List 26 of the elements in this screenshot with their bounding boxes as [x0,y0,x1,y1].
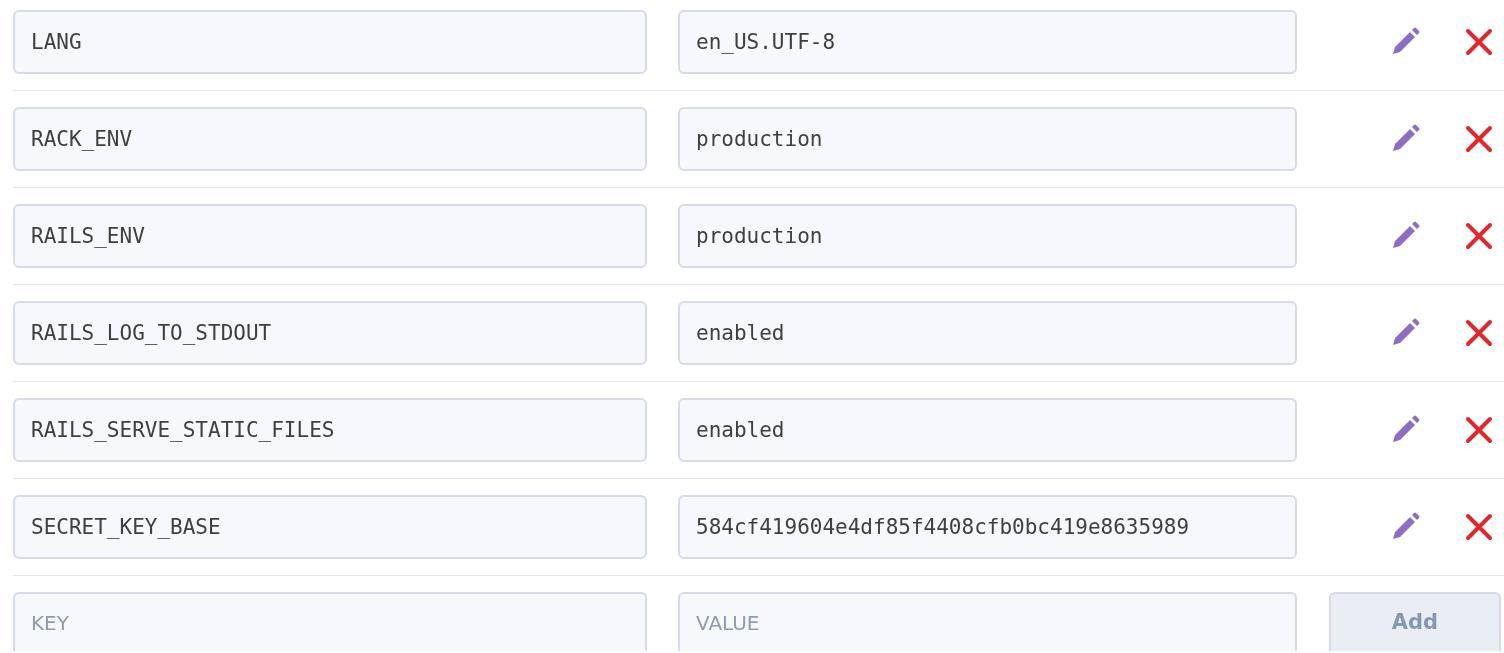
close-icon [1465,513,1493,541]
key-field[interactable]: KEY [13,592,647,651]
value-field[interactable]: production [678,107,1297,171]
key-field[interactable]: RACK_ENV [13,107,647,171]
key-field[interactable]: SECRET_KEY_BASE [13,495,647,559]
delete-button[interactable] [1463,220,1495,252]
value-field[interactable]: 584cf419604e4df85f4408cfb0bc419e8635989 [678,495,1297,559]
value-field[interactable]: production [678,204,1297,268]
delete-button[interactable] [1463,511,1495,543]
value-field[interactable]: enabled [678,301,1297,365]
close-icon [1465,125,1493,153]
key-field[interactable]: RAILS_SERVE_STATIC_FILES [13,398,647,462]
key-field[interactable]: RAILS_LOG_TO_STDOUT [13,301,647,365]
delete-button[interactable] [1463,26,1495,58]
key-field[interactable]: RAILS_ENV [13,204,647,268]
key-field[interactable]: LANG [13,10,647,74]
value-field[interactable]: VALUE [678,592,1297,651]
close-icon [1465,28,1493,56]
delete-button[interactable] [1463,123,1495,155]
delete-button[interactable] [1463,414,1495,446]
delete-button[interactable] [1463,317,1495,349]
close-icon [1465,319,1493,347]
value-field[interactable]: enabled [678,398,1297,462]
value-field[interactable]: en_US.UTF-8 [678,10,1297,74]
close-icon [1465,416,1493,444]
close-icon [1465,222,1493,250]
